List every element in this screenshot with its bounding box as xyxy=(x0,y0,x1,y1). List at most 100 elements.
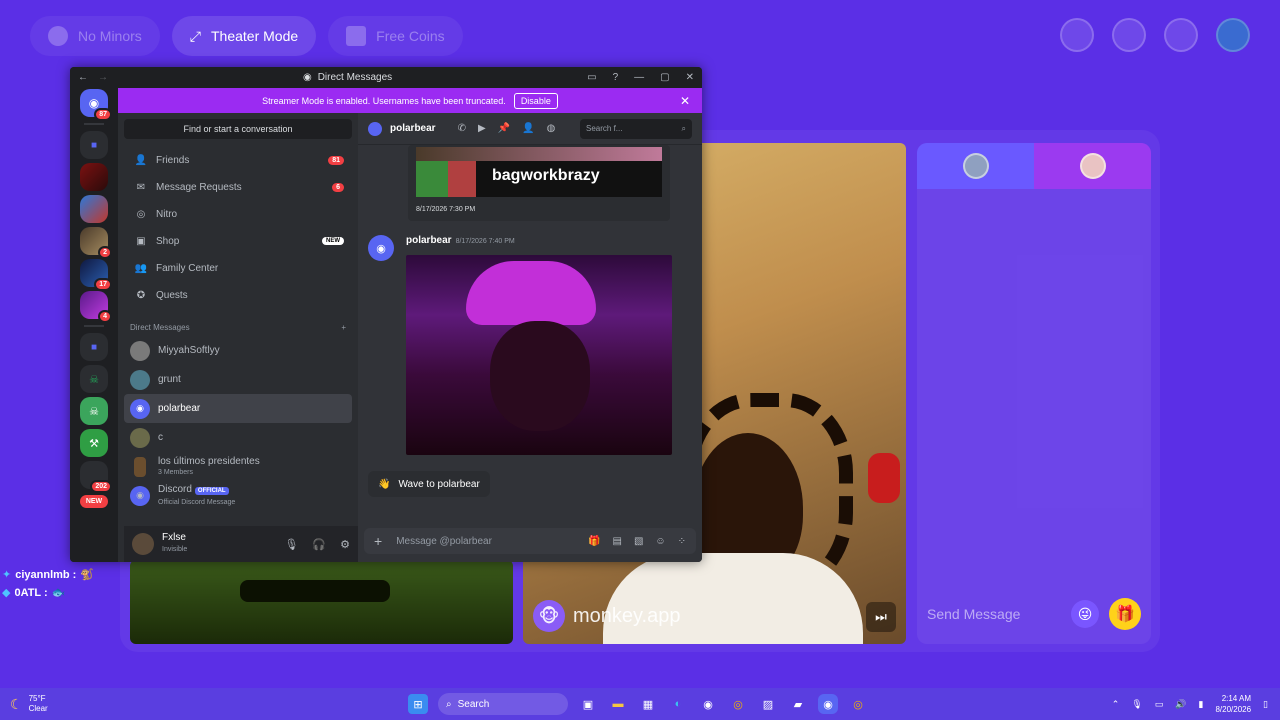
dm-item[interactable]: los últimos presidentes 3 Members xyxy=(124,452,352,481)
gift-icon[interactable]: 🎁 xyxy=(588,536,600,547)
chrome-icon[interactable]: ◎ xyxy=(848,694,868,714)
github-icon[interactable]: ◉ xyxy=(698,694,718,714)
server-icon[interactable]: 4 xyxy=(80,291,112,323)
server-icon[interactable] xyxy=(80,195,108,223)
dm-item[interactable]: grunt xyxy=(124,365,352,394)
taskbar-apps: ⊞ ⌕ Search ▣ ▬ ▦ ◐ ◉ ◎ ▨ ▰ ◉ ◎ xyxy=(408,693,868,715)
battery-icon[interactable]: ▮ xyxy=(1199,699,1204,710)
local-video xyxy=(130,560,513,644)
discord-taskbar-icon[interactable]: ◉ xyxy=(818,694,838,714)
voice-call-icon[interactable]: ✆ xyxy=(458,123,466,134)
file-explorer-icon[interactable]: ▬ xyxy=(608,694,628,714)
dm-item-selected[interactable]: ◉ polarbear xyxy=(124,394,352,423)
gift-icon[interactable]: 🎁 xyxy=(1109,598,1141,630)
dm-item[interactable]: c xyxy=(124,423,352,452)
settings-gear-icon[interactable]: ⚙ xyxy=(340,538,350,551)
nav-family-center[interactable]: 👥 Family Center xyxy=(122,255,354,281)
message-author[interactable]: polarbear xyxy=(406,235,452,246)
history-icon[interactable] xyxy=(1112,18,1146,52)
user-avatar[interactable] xyxy=(1216,18,1250,52)
store-icon[interactable]: ▦ xyxy=(638,694,658,714)
group-avatar xyxy=(134,456,146,477)
volume-icon[interactable]: 🔊 xyxy=(1175,699,1186,710)
server-icon[interactable]: 17 xyxy=(80,259,112,291)
inbox-icon[interactable]: ▭ xyxy=(587,72,596,83)
avatar[interactable]: ◉ xyxy=(368,235,394,261)
apps-icon[interactable]: ⁘ xyxy=(678,536,686,547)
maximize-icon[interactable]: ▢ xyxy=(660,72,669,83)
network-icon[interactable]: ▭ xyxy=(1155,699,1164,710)
notifications-icon[interactable]: ▯ xyxy=(1263,699,1268,710)
emoji-icon[interactable]: ☺ xyxy=(655,536,665,547)
message-photo[interactable] xyxy=(406,255,672,455)
server-icon[interactable]: 2 xyxy=(80,227,112,259)
add-friends-icon[interactable]: 👤 xyxy=(522,123,534,134)
sticker-icon[interactable]: ▧ xyxy=(634,536,643,547)
back-arrow-icon[interactable]: ← xyxy=(78,72,88,83)
nav-message-requests[interactable]: ✉ Message Requests 6 xyxy=(122,174,354,200)
quests-icon: ✪ xyxy=(136,289,146,301)
banner-text: Streamer Mode is enabled. Usernames have… xyxy=(262,95,506,106)
add-attachment-icon[interactable]: + xyxy=(374,533,382,549)
image-embed[interactable]: bagworkbrazy 8/17/2026 7:30 PM xyxy=(408,145,670,221)
taskbar-search[interactable]: ⌕ Search xyxy=(438,693,568,715)
pin-icon[interactable]: 📌 xyxy=(498,123,510,134)
nitro-icon: ◎ xyxy=(136,208,146,220)
server-icon[interactable]: ⚒ xyxy=(80,429,108,457)
profile-avatar-icon[interactable] xyxy=(1060,18,1094,52)
chevron-up-icon[interactable]: ⌃ xyxy=(1112,699,1120,710)
user-badge-icon: ◆ xyxy=(2,587,11,599)
chat-tab-2[interactable] xyxy=(1034,143,1151,189)
microphone-icon[interactable]: 🎙 xyxy=(284,538,298,551)
windows-start-icon[interactable]: ⊞ xyxy=(408,694,428,714)
discord-home-button[interactable]: ◉ 87 xyxy=(80,89,112,121)
task-view-icon[interactable]: ▣ xyxy=(578,694,598,714)
photos-icon[interactable]: ▨ xyxy=(758,694,778,714)
nav-nitro[interactable]: ◎ Nitro xyxy=(122,201,354,227)
messages-icon[interactable] xyxy=(1164,18,1198,52)
message-composer[interactable]: + Message @polarbear 🎁 ▤ ▧ ☺ ⁘ xyxy=(364,528,696,554)
conversation-pane: polarbear ✆ ▶ 📌 👤 ◍ Search f... ⌕ bagwor… xyxy=(358,113,702,562)
avatar[interactable] xyxy=(132,533,154,555)
capcut-icon[interactable]: ▰ xyxy=(788,694,808,714)
skip-button[interactable]: ⏭ xyxy=(866,602,896,632)
minimize-icon[interactable]: — xyxy=(634,72,644,83)
close-icon[interactable]: ✕ xyxy=(686,72,694,83)
friends-icon: 👤 xyxy=(134,154,148,166)
find-conversation-button[interactable]: Find or start a conversation xyxy=(124,119,352,139)
profile-icon[interactable]: ◍ xyxy=(547,123,556,134)
send-message-input[interactable]: Send Message xyxy=(927,606,1071,622)
chat-tab-1[interactable] xyxy=(917,143,1034,189)
add-dm-icon[interactable]: + xyxy=(341,323,346,332)
server-icon[interactable]: 202 xyxy=(80,461,112,493)
close-banner-icon[interactable]: ✕ xyxy=(680,94,690,108)
wave-button[interactable]: 👋 Wave to polarbear xyxy=(368,471,490,497)
forward-arrow-icon[interactable]: → xyxy=(98,72,108,83)
emoji-icon[interactable]: 😜 xyxy=(1071,600,1099,628)
chrome-icon[interactable]: ◎ xyxy=(728,694,748,714)
free-coins-button[interactable]: Free Coins xyxy=(328,16,463,56)
help-icon[interactable]: ? xyxy=(613,72,619,83)
no-minors-button[interactable]: No Minors xyxy=(30,16,160,56)
server-icon[interactable]: ☠ xyxy=(80,397,108,425)
theater-mode-button[interactable]: ⤢ Theater Mode xyxy=(171,16,317,56)
headphones-icon[interactable]: 🎧 xyxy=(312,538,326,551)
server-folder[interactable]: ■ xyxy=(80,333,108,361)
nav-friends[interactable]: 👤 Friends 81 xyxy=(122,147,354,173)
dm-item[interactable]: MiyyahSoftlyy xyxy=(124,336,352,365)
video-call-icon[interactable]: ▶ xyxy=(478,123,486,134)
dm-item[interactable]: ◉ Discord OFFICIAL Official Discord Messag… xyxy=(124,481,352,510)
gif-icon[interactable]: ▤ xyxy=(612,536,621,547)
nav-shop[interactable]: ▣ Shop NEW xyxy=(122,228,354,254)
weather-widget[interactable]: ☾ 75°F Clear xyxy=(10,694,48,714)
microphone-icon[interactable]: 🎙 xyxy=(1131,699,1142,710)
server-icon[interactable] xyxy=(80,163,108,191)
nav-quests[interactable]: ✪ Quests xyxy=(122,282,354,308)
disable-button[interactable]: Disable xyxy=(513,92,558,109)
message-input[interactable]: Message @polarbear xyxy=(396,536,492,547)
server-icon[interactable]: ☠ xyxy=(80,365,108,393)
edge-icon[interactable]: ◐ xyxy=(668,694,688,714)
search-input[interactable]: Search f... ⌕ xyxy=(580,118,692,139)
server-folder[interactable]: ■ xyxy=(80,131,108,159)
clock[interactable]: 2:14 AM 8/20/2026 xyxy=(1215,693,1251,715)
